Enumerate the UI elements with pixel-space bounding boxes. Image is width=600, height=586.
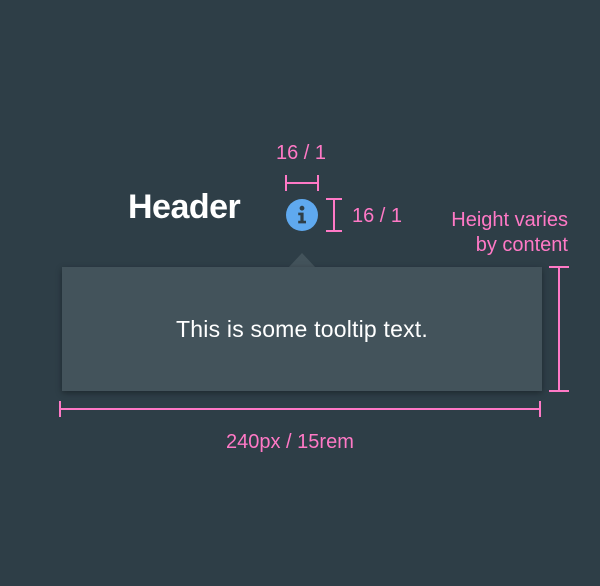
icon-width-measure [285,175,319,191]
tooltip-width-label: 240px / 15rem [226,431,354,453]
tooltip-height-label: Height varies by content [451,208,568,258]
tooltip-height-measure [549,266,569,392]
icon-height-measure [326,198,342,232]
icon-width-label: 16 / 1 [276,142,327,164]
tooltip-width-measure [59,401,541,417]
dimension-lines [59,175,569,417]
height-note-line2: by content [475,234,568,256]
icon-height-label: 16 / 1 [352,205,403,227]
height-note-line1: Height varies [451,209,568,231]
